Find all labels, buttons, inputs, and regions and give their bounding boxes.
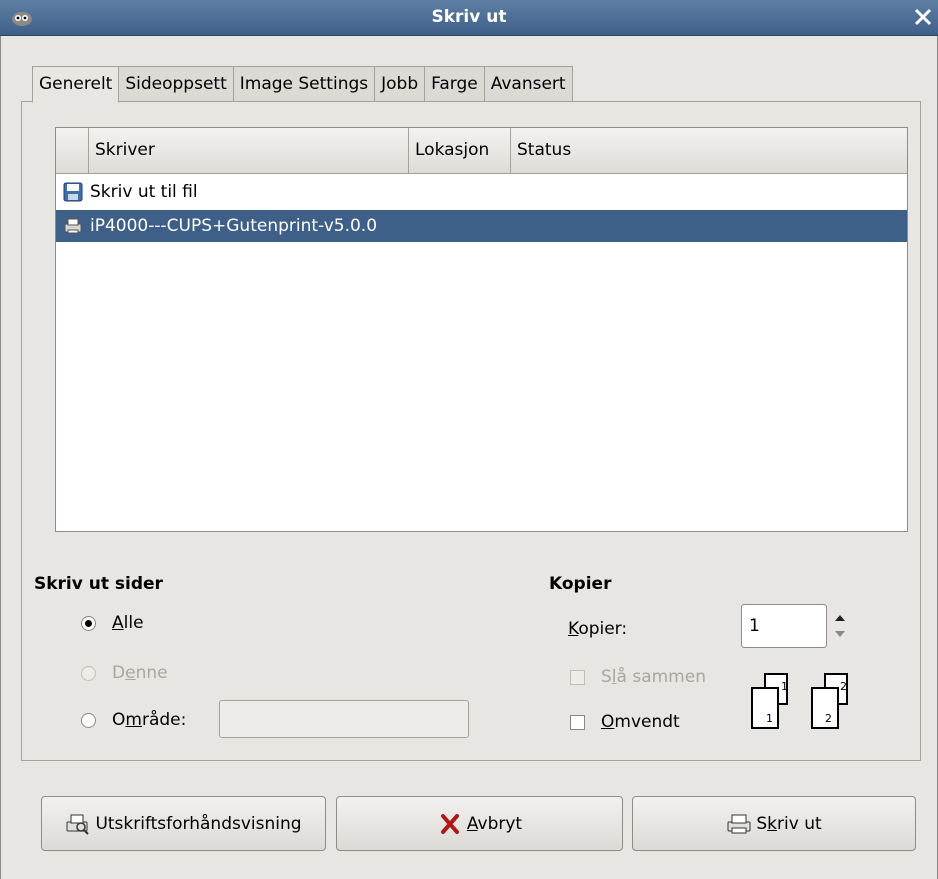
tab-sideoppsett[interactable]: Sideoppsett [119,66,234,102]
svg-text:2: 2 [825,712,832,725]
reverse-label: Omvendt [601,712,680,732]
radio-indicator[interactable] [81,615,96,631]
printer-name: Skriv ut til fil [90,182,198,202]
radio-indicator [81,665,96,681]
tab-jobb[interactable]: Jobb [375,66,426,102]
print-label: Skriv ut [756,813,822,834]
checkbox-indicator [570,669,585,685]
radio-range-label: Område: [112,710,187,730]
radio-current-page: Denne [81,663,168,683]
svg-text:1: 1 [766,712,773,725]
radio-indicator[interactable] [81,712,96,728]
radio-all-label: Alle [112,613,144,633]
radio-page-range[interactable]: Område: [81,710,186,730]
column-status[interactable]: Status [511,128,907,174]
print-button[interactable]: Skriv ut [632,796,916,851]
print-preview-button[interactable]: Utskriftsforhåndsvisning [41,796,326,851]
radio-current-label: Denne [112,663,168,683]
cancel-button[interactable]: Avbryt [336,796,623,851]
window-title: Skriv ut [431,7,507,27]
checkbox-indicator[interactable] [570,714,585,730]
radio-all-pages[interactable]: Alle [81,613,144,633]
cancel-x-icon [440,813,459,834]
print-pages-heading: Skriv ut sider [34,574,163,594]
cancel-label: Avbryt [466,813,523,834]
print-dialog: Generelt Sideoppsett Image Settings Jobb… [0,36,938,879]
printer-list-header: Skriver Lokasjon Status [56,128,907,174]
copies-spinbox[interactable]: 1 [741,604,827,648]
copies-heading: Kopier [549,574,612,594]
title-bar: Skriv ut [0,0,938,36]
printer-list[interactable]: Skriver Lokasjon Status Skriv ut til fil [55,127,908,532]
column-icon[interactable] [56,128,89,174]
collate-pages-icon: 1 1 2 2 [751,673,848,729]
save-to-file-icon [63,182,83,202]
spin-arrows-icon[interactable] [832,604,848,648]
tab-generelt[interactable]: Generelt [32,66,120,103]
printer-row[interactable]: Skriv ut til fil [56,176,907,208]
printer-icon [727,814,751,833]
tab-farge[interactable]: Farge [425,66,485,102]
svg-text:1: 1 [781,680,788,693]
print-preview-label: Utskriftsforhåndsvisning [95,813,302,834]
tab-image-settings[interactable]: Image Settings [233,66,376,102]
copies-label: Kopier: [568,619,628,639]
tab-avansert[interactable]: Avansert [484,66,573,102]
printer-row-selected[interactable]: iP4000---CUPS+Gutenprint-v5.0.0 [56,210,907,242]
printer-icon [64,218,82,234]
collate-label: Slå sammen [601,667,706,687]
print-preview-icon [66,814,90,835]
collate-checkbox: Slå sammen [570,667,706,687]
column-lokasjon[interactable]: Lokasjon [409,128,511,174]
tab-bar: Generelt Sideoppsett Image Settings Jobb… [32,66,573,103]
svg-text:2: 2 [840,680,847,693]
printer-name: iP4000---CUPS+Gutenprint-v5.0.0 [90,216,378,236]
close-icon[interactable] [912,6,934,28]
tab-panel-generelt: Skriver Lokasjon Status Skriv ut til fil [21,101,921,761]
column-skriver[interactable]: Skriver [89,128,409,174]
page-range-input[interactable] [219,700,469,738]
reverse-checkbox[interactable]: Omvendt [570,712,680,732]
